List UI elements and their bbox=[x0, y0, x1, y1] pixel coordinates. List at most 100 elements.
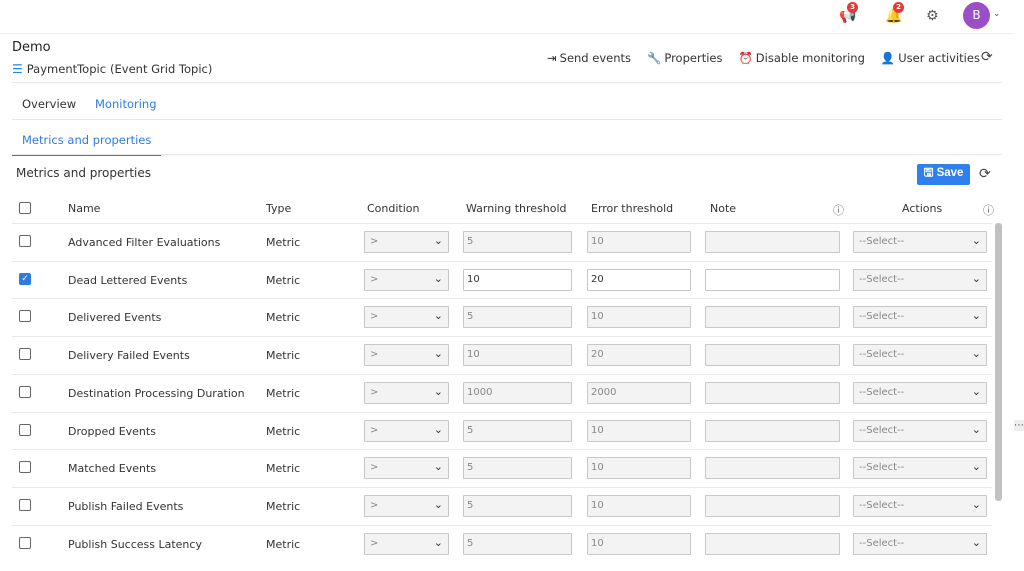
chevron-down-icon: ⌄ bbox=[433, 535, 443, 549]
note-input[interactable] bbox=[705, 419, 840, 442]
info-icon[interactable]: ⓘ bbox=[983, 202, 994, 218]
section-title: Metrics and properties bbox=[16, 166, 151, 180]
save-button[interactable]: 🖫 Save bbox=[917, 164, 970, 185]
note-input[interactable] bbox=[705, 532, 840, 555]
select-all-checkbox[interactable] bbox=[19, 202, 31, 214]
actions-select[interactable]: --Select-- ⌄ bbox=[853, 419, 987, 442]
tab-overview[interactable]: Overview bbox=[12, 97, 86, 119]
error-threshold-input[interactable]: 20 bbox=[587, 268, 691, 291]
error-threshold-input[interactable]: 10 bbox=[587, 457, 691, 480]
actions-select[interactable]: --Select-- ⌄ bbox=[853, 532, 987, 555]
properties-button[interactable]: 🔧 Properties bbox=[647, 51, 722, 65]
actions-select[interactable]: --Select-- ⌄ bbox=[853, 231, 987, 253]
actions-select[interactable]: --Select-- ⌄ bbox=[853, 306, 987, 329]
table-row: Delivered Events Metric > ⌄ 5 10 --Select… bbox=[12, 298, 992, 336]
chevron-down-icon: ⌄ bbox=[433, 422, 443, 436]
condition-select[interactable]: > ⌄ bbox=[364, 381, 449, 404]
disable-monitoring-button[interactable]: ⏰ Disable monitoring bbox=[738, 51, 864, 65]
info-icon[interactable]: ⓘ bbox=[833, 202, 844, 218]
condition-select[interactable]: > ⌄ bbox=[364, 457, 449, 480]
row-checkbox[interactable]: ✓ bbox=[19, 272, 31, 285]
warning-threshold-input[interactable]: 5 bbox=[463, 231, 572, 253]
refresh-icon[interactable]: ⟳ bbox=[981, 49, 993, 65]
note-input[interactable] bbox=[705, 494, 840, 517]
actions-select[interactable]: --Select-- ⌄ bbox=[853, 268, 987, 291]
warning-threshold-input[interactable]: 5 bbox=[463, 532, 572, 555]
condition-select[interactable]: > ⌄ bbox=[364, 268, 449, 291]
action-value: --Select-- bbox=[859, 311, 905, 323]
row-checkbox[interactable] bbox=[19, 348, 31, 361]
warning-threshold-input[interactable]: 10 bbox=[463, 268, 572, 291]
chevron-down-icon: ⌄ bbox=[971, 384, 981, 398]
warning-threshold-input[interactable]: 10 bbox=[463, 344, 572, 367]
note-input[interactable] bbox=[705, 457, 840, 480]
condition-value: > bbox=[370, 424, 379, 436]
error-threshold-input[interactable]: 20 bbox=[587, 344, 691, 367]
more-icon[interactable]: ⋯ bbox=[1014, 420, 1024, 431]
avatar[interactable]: B bbox=[963, 2, 990, 29]
note-input[interactable] bbox=[705, 381, 840, 404]
chevron-down-icon: ⌄ bbox=[433, 497, 443, 511]
divider bbox=[12, 119, 1002, 120]
actions-select[interactable]: --Select-- ⌄ bbox=[853, 457, 987, 480]
user-activities-button[interactable]: 👤 User activities bbox=[881, 51, 980, 65]
chevron-down-icon[interactable]: ⌄ bbox=[993, 9, 1001, 19]
warning-threshold-input[interactable]: 5 bbox=[463, 419, 572, 442]
metric-type: Metric bbox=[266, 386, 301, 400]
chevron-down-icon: ⌄ bbox=[433, 309, 443, 323]
wrench-icon: 🔧 bbox=[647, 51, 662, 65]
metric-name: Matched Events bbox=[68, 462, 157, 476]
metric-type: Metric bbox=[266, 349, 301, 363]
row-checkbox[interactable] bbox=[19, 310, 31, 323]
column-actions: Actions bbox=[902, 202, 943, 215]
actions-select[interactable]: --Select-- ⌄ bbox=[853, 381, 987, 404]
send-events-button[interactable]: ⇥ Send events bbox=[547, 51, 631, 65]
row-checkbox[interactable] bbox=[19, 498, 31, 511]
row-checkbox[interactable] bbox=[19, 385, 31, 398]
condition-value: > bbox=[370, 537, 379, 549]
condition-select[interactable]: > ⌄ bbox=[364, 494, 449, 517]
condition-value: > bbox=[370, 499, 379, 511]
row-checkbox[interactable] bbox=[19, 235, 31, 247]
save-icon: 🖫 bbox=[923, 167, 934, 179]
warning-threshold-input[interactable]: 5 bbox=[463, 494, 572, 517]
row-checkbox[interactable] bbox=[19, 536, 31, 549]
tab-metrics-and-properties[interactable]: Metrics and properties bbox=[12, 133, 162, 156]
error-threshold-input[interactable]: 10 bbox=[587, 306, 691, 329]
top-bar: 📢 3 🔔 2 ⚙ B ⌄ bbox=[0, 0, 1014, 34]
chevron-down-icon: ⌄ bbox=[433, 347, 443, 361]
row-checkbox[interactable] bbox=[19, 423, 31, 436]
row-checkbox[interactable] bbox=[19, 461, 31, 474]
condition-select[interactable]: > ⌄ bbox=[364, 344, 449, 367]
table-row: Publish Failed Events Metric > ⌄ 5 10 --S… bbox=[12, 486, 992, 525]
notifications-button[interactable]: 🔔 2 bbox=[885, 2, 904, 24]
announcements-button[interactable]: 📢 3 bbox=[839, 2, 858, 24]
note-input[interactable] bbox=[705, 344, 840, 367]
send-icon: ⇥ bbox=[547, 51, 557, 65]
header-actions: ⇥ Send events 🔧 Properties ⏰ Disable monito… bbox=[547, 51, 980, 65]
condition-select[interactable]: > ⌄ bbox=[364, 306, 449, 329]
error-threshold-input[interactable]: 10 bbox=[587, 419, 691, 442]
condition-select[interactable]: > ⌄ bbox=[364, 419, 449, 442]
error-threshold-input[interactable]: 10 bbox=[587, 494, 691, 517]
action-value: --Select-- bbox=[859, 236, 905, 247]
warning-threshold-input[interactable]: 5 bbox=[463, 457, 572, 480]
warning-threshold-input[interactable]: 5 bbox=[463, 306, 572, 329]
gear-icon[interactable]: ⚙ bbox=[926, 8, 939, 24]
condition-select[interactable]: > ⌄ bbox=[364, 532, 449, 555]
refresh-table-icon[interactable]: ⟳ bbox=[979, 166, 991, 182]
table-row: Dropped Events Metric > ⌄ 5 10 --Select--… bbox=[12, 411, 992, 450]
metric-type: Metric bbox=[266, 273, 301, 287]
error-threshold-input[interactable]: 10 bbox=[587, 532, 691, 555]
warning-threshold-input[interactable]: 1000 bbox=[463, 381, 572, 404]
actions-select[interactable]: --Select-- ⌄ bbox=[853, 344, 987, 367]
note-input[interactable] bbox=[705, 306, 840, 329]
error-threshold-input[interactable]: 10 bbox=[587, 231, 691, 253]
condition-select[interactable]: > ⌄ bbox=[364, 231, 449, 253]
note-input[interactable] bbox=[705, 231, 840, 253]
error-threshold-input[interactable]: 2000 bbox=[587, 381, 691, 404]
scrollbar[interactable] bbox=[995, 223, 1002, 501]
note-input[interactable] bbox=[705, 268, 840, 291]
actions-select[interactable]: --Select-- ⌄ bbox=[853, 494, 987, 517]
tab-monitoring[interactable]: Monitoring bbox=[85, 97, 167, 120]
